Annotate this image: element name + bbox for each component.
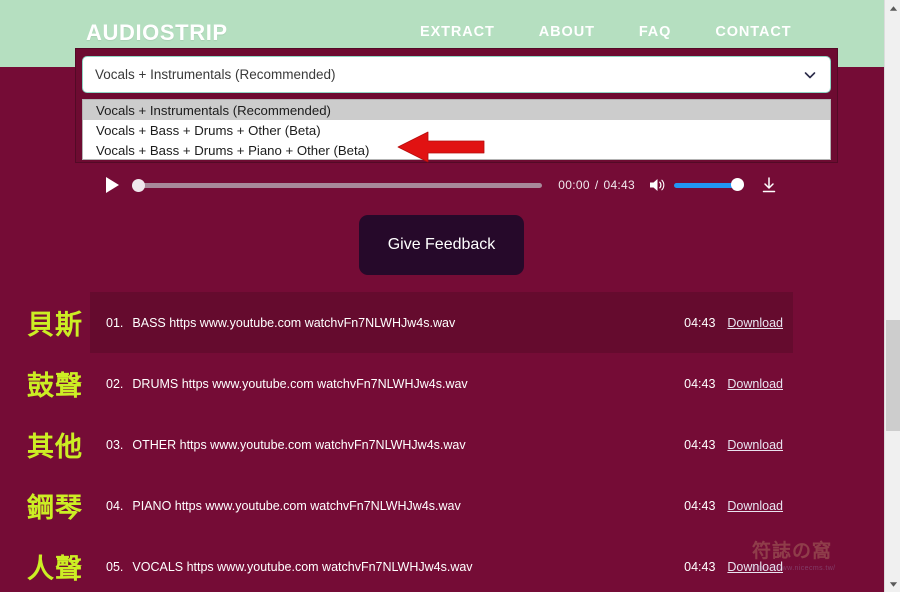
track-duration: 04:43 — [684, 498, 716, 513]
table-row[interactable]: 鼓聲 02. DRUMS https www.youtube.com watch… — [0, 353, 884, 414]
track-index: 04. — [106, 498, 124, 513]
time-display: 00:00 / 04:43 — [558, 178, 635, 192]
progress-track — [132, 182, 543, 188]
track-name: PIANO https www.youtube.com watchvFn7NLW… — [132, 498, 461, 513]
volume-thumb[interactable] — [731, 178, 744, 191]
row-annotation-label: 其他 — [27, 432, 83, 463]
scrollbar-thumb[interactable] — [886, 320, 900, 431]
option-vocals-instrumentals[interactable]: Vocals + Instrumentals (Recommended) — [83, 100, 830, 121]
play-icon[interactable] — [102, 175, 122, 195]
total-time: 04:43 — [603, 178, 635, 192]
row-content: 04. PIANO https www.youtube.com watchvFn… — [106, 499, 783, 513]
table-row[interactable]: 鋼琴 04. PIANO https www.youtube.com watch… — [0, 475, 884, 536]
progress-slider[interactable] — [132, 175, 543, 195]
site-logo[interactable]: AUDIOSTRIP — [86, 20, 228, 46]
nav-item-extract[interactable]: EXTRACT — [420, 24, 495, 40]
track-index: 01. — [106, 315, 124, 330]
nav-item-about[interactable]: ABOUT — [539, 24, 595, 40]
track-duration: 04:43 — [684, 437, 716, 452]
vertical-scrollbar[interactable] — [884, 0, 900, 592]
scroll-up-icon[interactable] — [885, 0, 900, 16]
track-duration: 04:43 — [684, 315, 716, 330]
track-name: OTHER https www.youtube.com watchvFn7NLW… — [132, 437, 466, 452]
download-link[interactable]: Download — [727, 377, 783, 391]
volume-slider[interactable] — [674, 176, 744, 194]
audio-player: 00:00 / 04:43 — [102, 172, 778, 198]
option-vocals-bass-drums-other[interactable]: Vocals + Bass + Drums + Other (Beta) — [83, 120, 830, 140]
row-annotation-label: 人聲 — [27, 554, 83, 585]
download-link[interactable]: Download — [727, 560, 783, 574]
table-row[interactable]: 貝斯 01. BASS https www.youtube.com watchv… — [0, 292, 884, 353]
track-name: DRUMS https www.youtube.com watchvFn7NLW… — [132, 376, 468, 391]
track-name: BASS https www.youtube.com watchvFn7NLWH… — [132, 315, 456, 330]
nav-item-contact[interactable]: CONTACT — [715, 24, 791, 40]
progress-thumb[interactable] — [132, 179, 145, 192]
current-time: 00:00 — [558, 178, 590, 192]
separation-mode-select[interactable]: Vocals + Instrumentals (Recommended) — [82, 56, 831, 93]
table-row[interactable]: 人聲 05. VOCALS https www.youtube.com watc… — [0, 536, 884, 592]
time-separator: / — [594, 178, 599, 192]
track-index: 03. — [106, 437, 124, 452]
option-vocals-bass-drums-piano-other[interactable]: Vocals + Bass + Drums + Piano + Other (B… — [83, 141, 830, 159]
row-content: 01. BASS https www.youtube.com watchvFn7… — [106, 316, 783, 330]
row-content: 03. OTHER https www.youtube.com watchvFn… — [106, 438, 783, 452]
track-name: VOCALS https www.youtube.com watchvFn7NL… — [132, 559, 473, 574]
download-icon[interactable] — [760, 176, 778, 194]
track-index: 02. — [106, 376, 124, 391]
track-index: 05. — [106, 559, 124, 574]
download-link[interactable]: Download — [727, 499, 783, 513]
row-annotation-label: 貝斯 — [27, 310, 83, 341]
download-link[interactable]: Download — [727, 316, 783, 330]
row-annotation-label: 鼓聲 — [27, 371, 83, 402]
track-duration: 04:43 — [684, 376, 716, 391]
select-current-value: Vocals + Instrumentals (Recommended) — [95, 67, 336, 82]
give-feedback-button[interactable]: Give Feedback — [359, 215, 524, 275]
row-content: 02. DRUMS https www.youtube.com watchvFn… — [106, 377, 783, 391]
main-nav: EXTRACT ABOUT FAQ CONTACT — [420, 24, 791, 40]
volume-icon[interactable] — [648, 176, 666, 194]
scroll-down-icon[interactable] — [885, 576, 900, 592]
row-annotation-label: 鋼琴 — [27, 493, 83, 524]
chevron-down-icon — [802, 67, 818, 83]
download-link[interactable]: Download — [727, 438, 783, 452]
nav-item-faq[interactable]: FAQ — [639, 24, 672, 40]
table-row[interactable]: 其他 03. OTHER https www.youtube.com watch… — [0, 414, 884, 475]
track-list: 貝斯 01. BASS https www.youtube.com watchv… — [0, 292, 884, 592]
row-content: 05. VOCALS https www.youtube.com watchvF… — [106, 560, 783, 574]
track-duration: 04:43 — [684, 559, 716, 574]
page-root: AUDIOSTRIP EXTRACT ABOUT FAQ CONTACT Voc… — [0, 0, 900, 592]
separation-mode-options[interactable]: Vocals + Instrumentals (Recommended) Voc… — [82, 99, 831, 160]
